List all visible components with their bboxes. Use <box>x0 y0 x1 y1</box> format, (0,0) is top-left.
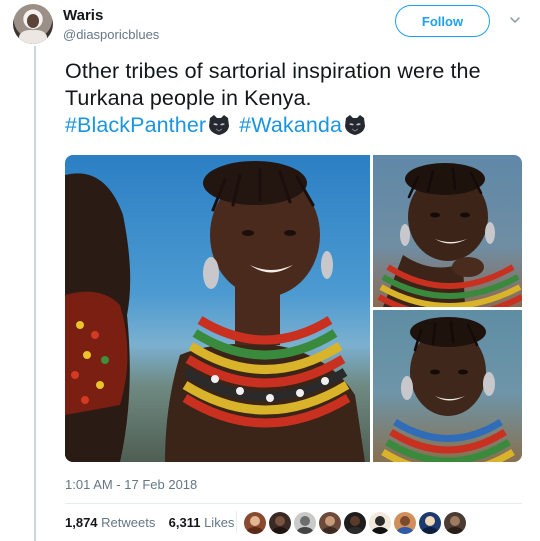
photo-main[interactable] <box>65 155 370 462</box>
hashtag-wakanda[interactable]: #Wakanda <box>239 113 342 137</box>
engagement-stats: 1,874 Retweets 6,311 Likes <box>65 515 234 530</box>
photo-top-right-art <box>377 163 522 307</box>
divider <box>65 503 522 504</box>
liker-avatar[interactable] <box>394 512 416 534</box>
liker-avatar[interactable] <box>369 512 391 534</box>
tweet-timestamp[interactable]: 1:01 AM - 17 Feb 2018 <box>65 477 197 492</box>
retweets-count[interactable]: 1,874 <box>65 515 98 530</box>
likers-separator <box>236 511 237 533</box>
photo-top-right[interactable] <box>373 155 522 307</box>
chevron-down-icon[interactable] <box>509 14 521 26</box>
liker-avatars <box>244 512 466 536</box>
tweet-body: Other tribes of sartorial inspiration we… <box>65 59 481 110</box>
liker-avatar[interactable] <box>319 512 341 534</box>
liker-avatar[interactable] <box>269 512 291 534</box>
liker-avatar[interactable] <box>294 512 316 534</box>
photo-bottom-right[interactable] <box>373 310 522 462</box>
photo-bottom-right-art <box>381 317 515 462</box>
follow-button[interactable]: Follow <box>395 5 490 37</box>
hashtag-blackpanther[interactable]: #BlackPanther <box>65 113 206 137</box>
avatar-face <box>27 14 39 28</box>
photo-main-art <box>65 161 365 462</box>
media-grid <box>65 155 522 462</box>
tweet-text: Other tribes of sartorial inspiration we… <box>65 58 527 139</box>
black-panther-emoji-icon <box>345 115 366 135</box>
retweets-label[interactable]: Retweets <box>101 515 155 530</box>
liker-avatar[interactable] <box>419 512 441 534</box>
liker-avatar[interactable] <box>444 512 466 534</box>
liker-avatar[interactable] <box>344 512 366 534</box>
liker-avatar[interactable] <box>244 512 266 534</box>
user-handle[interactable]: @diasporicblues <box>63 27 159 42</box>
avatar[interactable] <box>13 4 53 44</box>
black-panther-emoji-icon <box>209 115 230 135</box>
avatar-shirt <box>19 30 47 44</box>
thread-line <box>34 46 36 541</box>
likes-count[interactable]: 6,311 <box>169 515 201 530</box>
user-name[interactable]: Waris <box>63 7 103 24</box>
likes-label[interactable]: Likes <box>204 515 234 530</box>
